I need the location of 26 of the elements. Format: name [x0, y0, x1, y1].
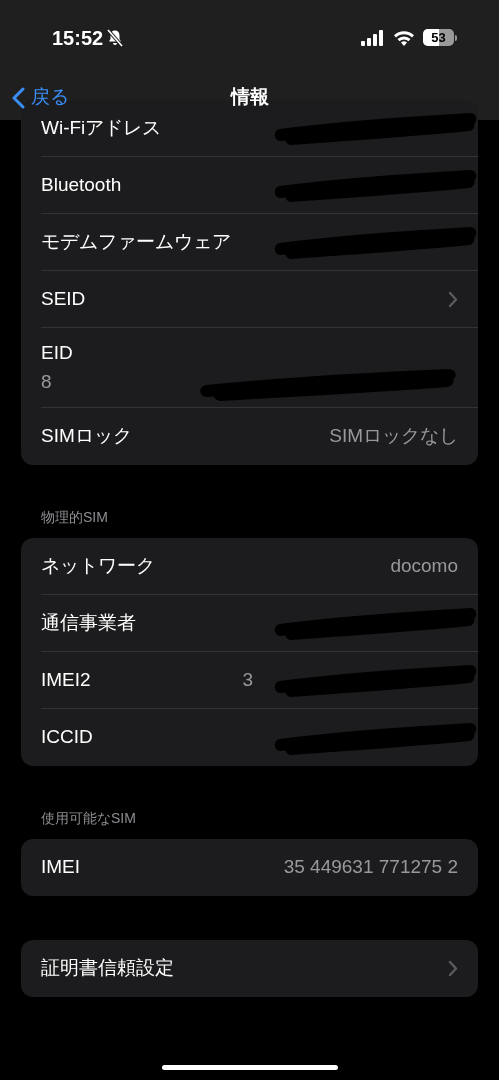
battery-level: 53 — [430, 29, 447, 46]
row-label: Wi-Fiアドレス — [41, 115, 162, 140]
section-header: 物理的SIM — [40, 508, 109, 527]
wifi-icon — [393, 29, 415, 46]
page-title: 情報 — [230, 85, 269, 110]
row-value: 35 449631 771275 2 — [283, 855, 458, 880]
row-label: 証明書信頼設定 — [41, 956, 174, 981]
row-label: SEID — [41, 286, 86, 311]
row-label: 通信事業者 — [41, 610, 136, 635]
row-value: docomo — [390, 553, 458, 578]
row-label: ネットワーク — [41, 553, 155, 578]
row-value: SIMロックなし — [329, 424, 458, 449]
signal-icon — [361, 29, 385, 46]
row-label: ICCID — [41, 725, 93, 750]
clock-time: 15:52 — [52, 25, 104, 51]
row-value: 8 — [41, 369, 52, 394]
row-label: IMEI — [41, 855, 81, 880]
chevron-left-icon — [12, 86, 25, 109]
row-label: SIMロック — [41, 424, 132, 449]
row-label: モデムファームウェア — [41, 229, 231, 254]
row-value: 3 — [242, 667, 253, 692]
row-label: IMEI2 — [41, 667, 91, 692]
back-button[interactable]: 戻る — [0, 83, 69, 112]
row-label: EID — [41, 341, 74, 365]
row-label: Bluetooth — [41, 172, 122, 197]
section-header: 使用可能なSIM — [40, 809, 137, 828]
